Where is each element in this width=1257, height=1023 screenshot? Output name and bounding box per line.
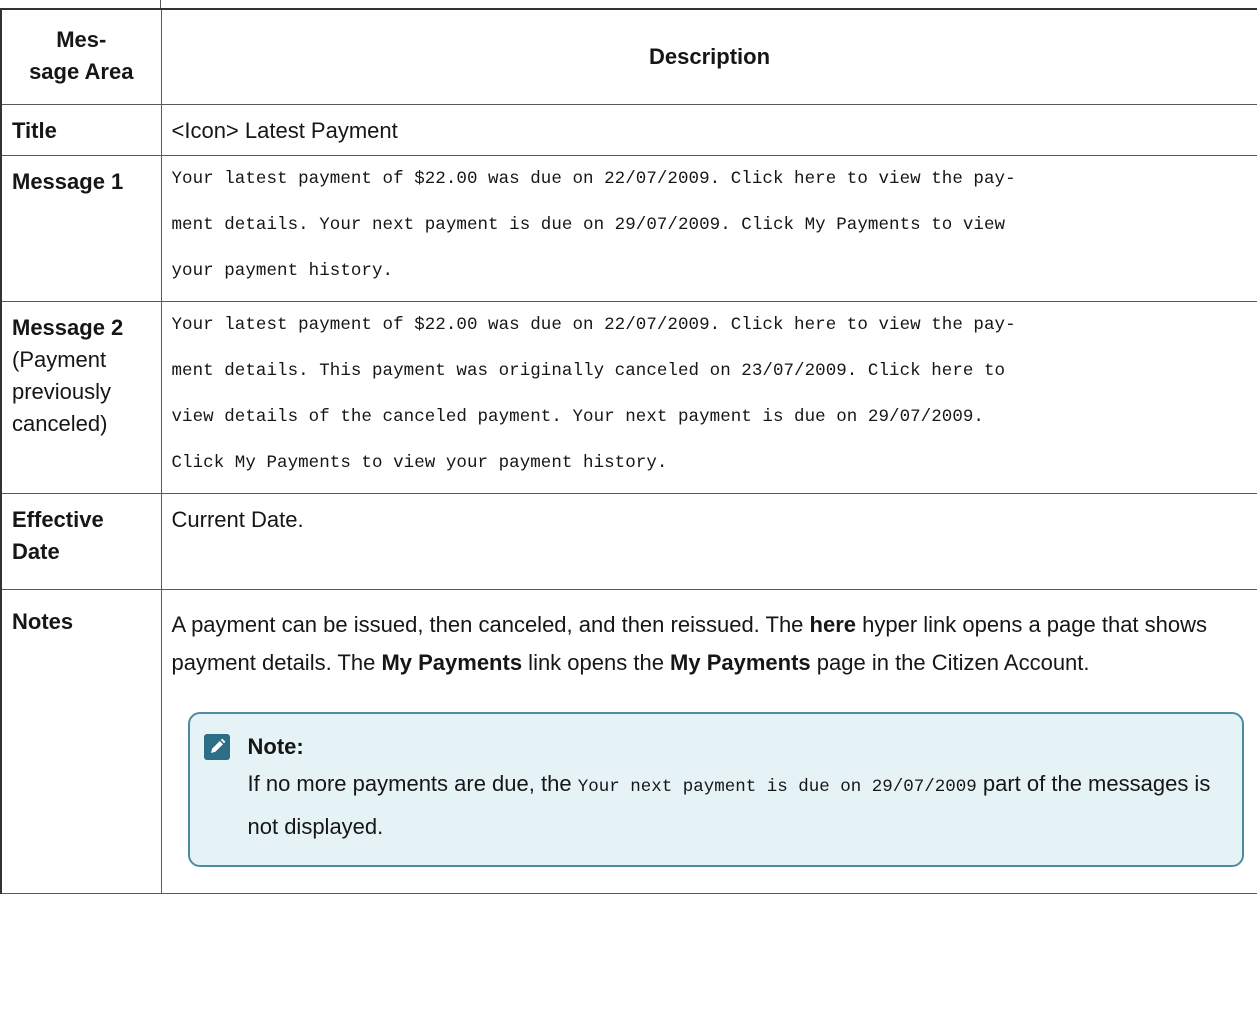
message-table: Mes- sage Area Description Title <Icon> … (0, 8, 1257, 894)
my-payments-link-term: My Payments (381, 650, 523, 675)
my-payments-page-term: My Payments (670, 650, 811, 675)
header-message-area: Mes- sage Area (0, 8, 162, 105)
header-area-line1: Mes- (56, 27, 107, 52)
desc-cell-title: <Icon> Latest Payment (160, 104, 1257, 156)
desc-cell-notes: A payment can be issued, then canceled, … (160, 589, 1257, 894)
document-page: Mes- sage Area Description Title <Icon> … (0, 0, 1257, 1023)
table-row-title: Title <Icon> Latest Payment (0, 104, 1257, 156)
table-row-message1: Message 1 Your latest payment of $22.00 … (0, 155, 1257, 302)
note-title: Note: (247, 734, 304, 759)
table-row-message2: Message 2 (Payment previously canceled) … (0, 301, 1257, 494)
table-row-notes: Notes A payment can be issued, then canc… (0, 589, 1257, 894)
area-cell-title: Title (0, 104, 162, 156)
message1-line: Your latest payment of $22.00 was due on… (171, 169, 1016, 189)
area-cell-message2: Message 2 (Payment previously canceled) (0, 301, 162, 494)
area-cell-effective-date: Effective Date (0, 493, 162, 590)
table-row-effective-date: Effective Date Current Date. (0, 493, 1257, 590)
table-stub-line (160, 0, 161, 8)
notes-text-part: page in the Citizen Account. (810, 650, 1090, 675)
message1-line: ment details. Your next payment is due o… (171, 215, 1006, 235)
message1-line: your payment history. (171, 261, 394, 281)
area-sub-line: previously (12, 379, 112, 404)
note-code: Your next payment is due on 29/07/2009 (577, 777, 977, 797)
message2-line: view details of the canceled payment. Yo… (171, 407, 984, 427)
area-label-notes: Notes (12, 609, 74, 634)
table-header-row: Mes- sage Area Description (0, 8, 1257, 105)
message2-line: Click My Payments to view your payment h… (171, 453, 668, 473)
area-cell-notes: Notes (0, 589, 162, 894)
message2-line: ment details. This payment was originall… (171, 361, 1006, 381)
area-label-title: Title (12, 118, 57, 143)
notes-paragraph: A payment can be issued, then canceled, … (172, 606, 1248, 682)
desc-cell-message2: Your latest payment of $22.00 was due on… (160, 301, 1257, 494)
area-sub-line: canceled) (12, 411, 108, 436)
desc-cell-message1: Your latest payment of $22.00 was due on… (160, 155, 1257, 302)
notes-text-part: link opens the (522, 650, 671, 675)
header-area-line2: sage Area (29, 59, 134, 84)
note-text-part: If no more payments are due, the (247, 771, 578, 796)
area-label-message2: Message 2 (12, 315, 124, 340)
notes-text-part: A payment can be issued, then canceled, … (171, 612, 810, 637)
area-cell-message1: Message 1 (0, 155, 162, 302)
area-label-effective: Effective (12, 507, 104, 532)
message2-line: Your latest payment of $22.00 was due on… (171, 315, 1016, 335)
pencil-icon (203, 734, 230, 760)
note-callout: Note: If no more payments are due, the Y… (187, 712, 1244, 867)
desc-cell-effective-date: Current Date. (160, 493, 1257, 590)
here-link-term: here (809, 612, 857, 637)
header-description: Description (160, 8, 1257, 105)
area-sub-line: (Payment (12, 347, 107, 372)
area-label-date: Date (12, 539, 60, 564)
area-label-message1: Message 1 (12, 169, 124, 194)
note-body: If no more payments are due, the Your ne… (248, 764, 1222, 847)
